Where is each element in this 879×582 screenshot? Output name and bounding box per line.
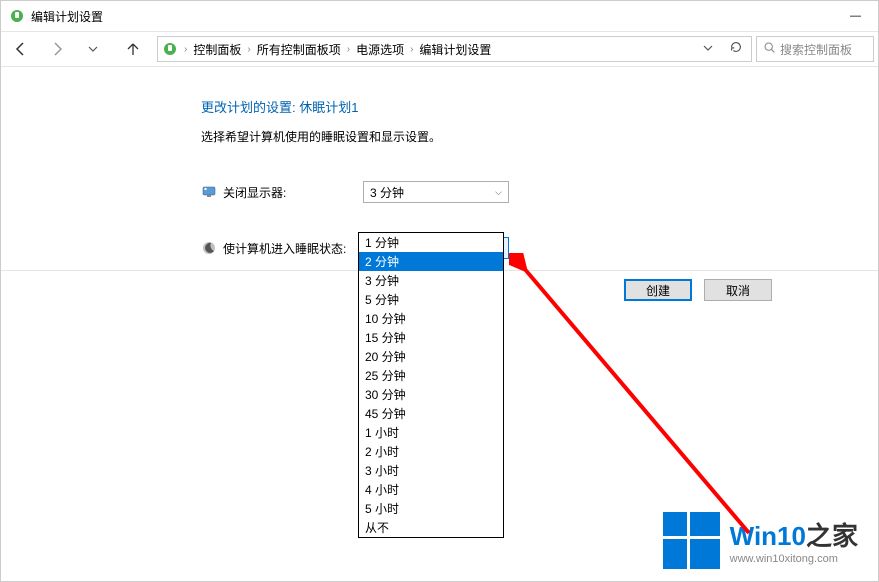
app-icon (9, 8, 25, 24)
address-bar[interactable]: › 控制面板 › 所有控制面板项 › 电源选项 › 编辑计划设置 (157, 36, 752, 62)
dropdown-option[interactable]: 3 小时 (359, 461, 503, 480)
search-placeholder: 搜索控制面板 (780, 41, 852, 58)
display-off-row: 关闭显示器: 3 分钟 ⌵ (201, 181, 878, 203)
chevron-right-icon: › (182, 44, 189, 55)
select-value: 3 分钟 (370, 184, 404, 201)
dropdown-option[interactable]: 1 小时 (359, 423, 503, 442)
chevron-right-icon: › (408, 44, 415, 55)
moon-icon (201, 240, 217, 256)
breadcrumb-item[interactable]: 编辑计划设置 (415, 41, 495, 58)
chevron-down-icon: ⌵ (495, 187, 502, 198)
minimize-button[interactable]: — (833, 1, 878, 31)
windows-logo-icon (663, 512, 720, 569)
page-title: 更改计划的设置: 休眠计划1 (201, 97, 878, 116)
dropdown-option[interactable]: 5 小时 (359, 499, 503, 518)
sleep-label: 使计算机进入睡眠状态: (223, 240, 363, 257)
toolbar: › 控制面板 › 所有控制面板项 › 电源选项 › 编辑计划设置 搜索控制面板 (1, 31, 878, 67)
page-description: 选择希望计算机使用的睡眠设置和显示设置。 (201, 128, 878, 145)
breadcrumb-item[interactable]: 所有控制面板项 (253, 41, 345, 58)
display-off-label: 关闭显示器: (223, 184, 363, 201)
refresh-button[interactable] (725, 40, 747, 59)
window-title: 编辑计划设置 (31, 8, 103, 25)
create-button[interactable]: 创建 (624, 279, 692, 301)
dropdown-option[interactable]: 45 分钟 (359, 404, 503, 423)
chevron-right-icon: › (345, 44, 352, 55)
watermark: Win10之家 www.win10xitong.com (663, 512, 858, 569)
dropdown-history-button[interactable] (81, 37, 105, 61)
address-dropdown-button[interactable] (699, 40, 717, 58)
dropdown-option[interactable]: 2 小时 (359, 442, 503, 461)
address-icon (162, 41, 178, 57)
up-button[interactable] (121, 37, 145, 61)
sleep-row: 使计算机进入睡眠状态: 3 分钟 ⌵ (201, 237, 878, 259)
breadcrumb-item[interactable]: 控制面板 (189, 41, 245, 58)
search-icon (763, 41, 776, 57)
dropdown-option[interactable]: 4 小时 (359, 480, 503, 499)
sleep-dropdown-list: 1 分钟2 分钟3 分钟5 分钟10 分钟15 分钟20 分钟25 分钟30 分… (358, 232, 504, 538)
dropdown-option[interactable]: 3 分钟 (359, 271, 503, 290)
watermark-url: www.win10xitong.com (730, 553, 858, 565)
dropdown-option[interactable]: 15 分钟 (359, 328, 503, 347)
breadcrumb: › 控制面板 › 所有控制面板项 › 电源选项 › 编辑计划设置 (182, 41, 495, 58)
back-button[interactable] (9, 37, 33, 61)
display-off-select[interactable]: 3 分钟 ⌵ (363, 181, 509, 203)
content-area: 更改计划的设置: 休眠计划1 选择希望计算机使用的睡眠设置和显示设置。 关闭显示… (1, 67, 878, 259)
dropdown-option[interactable]: 10 分钟 (359, 309, 503, 328)
dropdown-option[interactable]: 25 分钟 (359, 366, 503, 385)
dropdown-option[interactable]: 2 分钟 (359, 252, 503, 271)
watermark-title: Win10之家 (730, 516, 858, 553)
titlebar: 编辑计划设置 — (1, 1, 878, 31)
dropdown-option[interactable]: 20 分钟 (359, 347, 503, 366)
dropdown-option[interactable]: 5 分钟 (359, 290, 503, 309)
breadcrumb-item[interactable]: 电源选项 (352, 41, 408, 58)
search-input[interactable]: 搜索控制面板 (756, 36, 874, 62)
dropdown-option[interactable]: 1 分钟 (359, 233, 503, 252)
monitor-icon (201, 184, 217, 200)
forward-button[interactable] (45, 37, 69, 61)
dropdown-option[interactable]: 30 分钟 (359, 385, 503, 404)
cancel-button[interactable]: 取消 (704, 279, 772, 301)
dropdown-option[interactable]: 从不 (359, 518, 503, 537)
chevron-right-icon: › (245, 44, 252, 55)
